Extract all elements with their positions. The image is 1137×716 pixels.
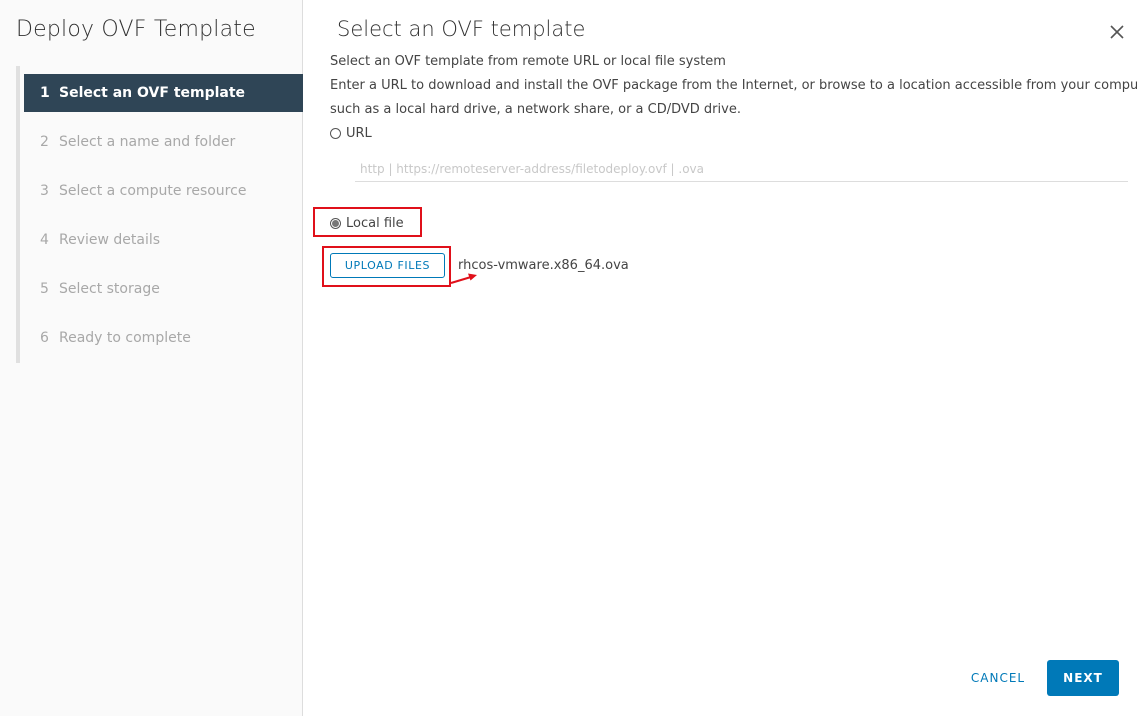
step-label: Review details: [59, 232, 161, 248]
wizard-steps: 1 Select an OVF template 2 Select a name…: [16, 66, 303, 363]
description-line-2: such as a local hard drive, a network sh…: [330, 102, 741, 117]
wizard-main: Select an OVF template Select an OVF tem…: [303, 0, 1137, 716]
step-number: 5: [40, 281, 49, 297]
step-number: 3: [40, 183, 49, 199]
step-select-storage[interactable]: 5 Select storage: [24, 270, 303, 308]
url-option-label: URL: [346, 126, 372, 141]
close-icon[interactable]: [1107, 22, 1127, 42]
step-number: 2: [40, 134, 49, 150]
wizard-title: Deploy OVF Template: [16, 17, 256, 42]
page-title: Select an OVF template: [337, 17, 586, 41]
step-label: Select an OVF template: [59, 85, 246, 101]
step-number: 4: [40, 232, 49, 248]
step-label: Ready to complete: [59, 330, 191, 346]
step-label: Select a name and folder: [59, 134, 236, 150]
next-button[interactable]: NEXT: [1047, 660, 1119, 696]
local-file-radio[interactable]: [330, 218, 341, 229]
local-file-option-label: Local file: [346, 216, 404, 231]
step-label: Select storage: [59, 281, 160, 297]
step-select-ovf-template[interactable]: 1 Select an OVF template: [24, 74, 303, 112]
page-subtitle: Select an OVF template from remote URL o…: [330, 54, 726, 69]
step-review-details[interactable]: 4 Review details: [24, 221, 303, 259]
local-file-option[interactable]: Local file: [330, 216, 404, 231]
deploy-ovf-dialog: Deploy OVF Template 1 Select an OVF temp…: [0, 0, 1137, 716]
url-radio[interactable]: [330, 128, 341, 139]
arrow-icon: [450, 273, 477, 284]
url-input[interactable]: [355, 156, 1128, 182]
description-line-1: Enter a URL to download and install the …: [330, 78, 1137, 93]
step-number: 1: [40, 85, 50, 101]
step-number: 6: [40, 330, 49, 346]
upload-files-button[interactable]: UPLOAD FILES: [330, 253, 445, 278]
selected-file-name: rhcos-vmware.x86_64.ova: [458, 258, 629, 273]
step-select-name-folder[interactable]: 2 Select a name and folder: [24, 123, 303, 161]
url-option[interactable]: URL: [330, 126, 372, 141]
step-label: Select a compute resource: [59, 183, 247, 199]
wizard-sidebar: Deploy OVF Template 1 Select an OVF temp…: [0, 0, 303, 716]
cancel-button[interactable]: CANCEL: [961, 660, 1035, 696]
step-ready-to-complete[interactable]: 6 Ready to complete: [24, 319, 303, 357]
step-select-compute-resource[interactable]: 3 Select a compute resource: [24, 172, 303, 210]
